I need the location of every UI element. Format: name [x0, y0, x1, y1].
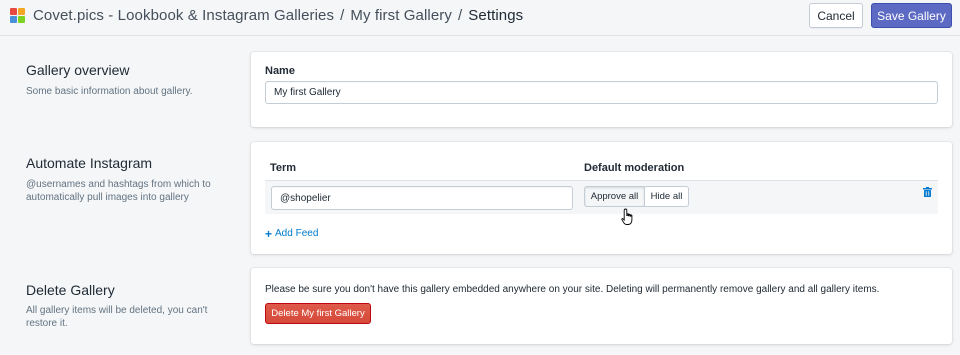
logo-tile	[10, 8, 17, 15]
overview-card: Name My first Gallery	[251, 52, 952, 127]
automate-card: Term Default moderation @shopelier Appro…	[251, 142, 952, 254]
gallery-name-input[interactable]: My first Gallery	[265, 81, 938, 104]
hand-cursor-icon	[621, 208, 633, 225]
add-feed-label: Add Feed	[275, 228, 319, 239]
delete-gallery-button[interactable]: Delete My first Gallery	[265, 303, 371, 324]
breadcrumb: Covet.pics - Lookbook & Instagram Galler…	[33, 7, 523, 24]
section-desc-automate: @usernames and hashtags from which to au…	[26, 179, 211, 203]
trash-icon[interactable]	[923, 187, 932, 197]
delete-warning-text: Please be sure you don't have this galle…	[265, 284, 880, 295]
logo-tile	[18, 16, 25, 23]
section-title-overview: Gallery overview	[26, 62, 130, 78]
hide-all-button[interactable]: Hide all	[644, 186, 689, 207]
save-gallery-button[interactable]: Save Gallery	[871, 3, 952, 28]
breadcrumb-separator: /	[340, 7, 345, 24]
section-desc-delete: All gallery items will be deleted, you c…	[26, 305, 208, 329]
top-bar: Covet.pics - Lookbook & Instagram Galler…	[0, 0, 960, 36]
cancel-button[interactable]: Cancel	[809, 3, 863, 28]
delete-card: Please be sure you don't have this galle…	[251, 268, 952, 344]
page-title: Settings	[468, 7, 524, 24]
feed-term-input[interactable]: @shopelier	[271, 186, 573, 210]
approve-all-button[interactable]: Approve all	[584, 186, 645, 207]
section-title-delete: Delete Gallery	[26, 282, 115, 298]
term-column-header: Term	[270, 162, 297, 174]
moderation-column-header: Default moderation	[584, 162, 685, 174]
breadcrumb-app[interactable]: Covet.pics - Lookbook & Instagram Galler…	[33, 7, 334, 24]
breadcrumb-separator: /	[458, 7, 463, 24]
logo-tile	[18, 8, 25, 15]
app-logo-icon	[10, 8, 25, 23]
section-title-automate: Automate Instagram	[26, 155, 153, 171]
breadcrumb-gallery[interactable]: My first Gallery	[350, 7, 452, 24]
add-feed-link[interactable]: + Add Feed	[265, 226, 319, 241]
name-label: Name	[265, 65, 295, 77]
plus-icon: +	[265, 226, 273, 241]
section-desc-overview: Some basic information about gallery.	[26, 86, 193, 97]
logo-tile	[10, 16, 17, 23]
